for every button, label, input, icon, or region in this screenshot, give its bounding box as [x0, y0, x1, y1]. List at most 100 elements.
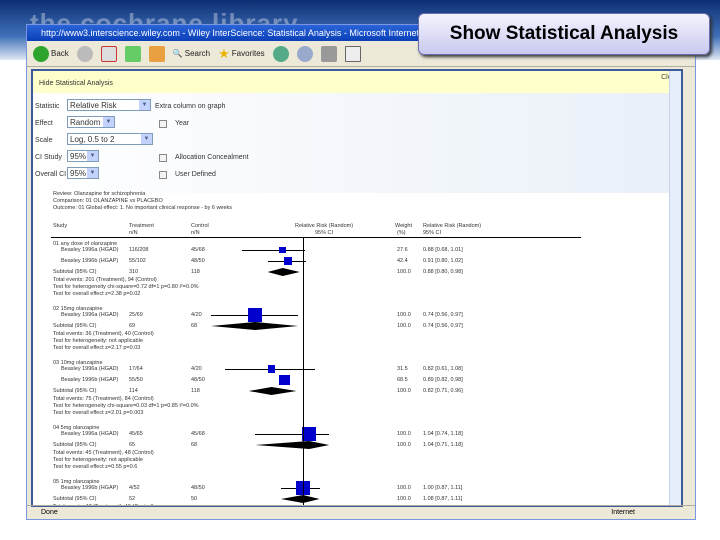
control-count: 48/50: [191, 258, 205, 264]
forest-plot: Review: Olanzapine for schizophrenia Com…: [33, 189, 673, 505]
study-name: Beasley 1996a (HGAD): [61, 247, 119, 253]
back-button[interactable]: Back: [33, 45, 69, 62]
history-button[interactable]: [272, 45, 289, 62]
callout-label: Show Statistical Analysis: [418, 13, 710, 55]
print-button[interactable]: [320, 45, 337, 62]
col-treatment-sub: n/N: [129, 230, 138, 236]
vertical-scrollbar[interactable]: [669, 71, 681, 505]
col-study: Study: [53, 223, 68, 229]
home-button[interactable]: [148, 45, 165, 62]
ci-study-select[interactable]: 95% ▼: [67, 150, 99, 162]
subtotal-info: Test for heterogeneity: not applicable: [53, 338, 143, 344]
study-weight: 27.6: [397, 247, 408, 253]
chevron-down-icon: ▼: [103, 117, 114, 127]
stop-button[interactable]: [100, 45, 117, 62]
effect-square: [267, 365, 276, 373]
subtotal-diamond: [248, 387, 297, 395]
page-content: Hide Statistical AnalysisClose Statistic…: [31, 69, 683, 507]
chevron-down-icon: ▼: [87, 168, 98, 178]
col-treatment: Treatment: [129, 223, 154, 229]
study-weight: 42.4: [397, 258, 408, 264]
effect-select[interactable]: Random ▼: [67, 116, 115, 128]
control-count: 45/68: [191, 431, 205, 437]
forward-button[interactable]: [76, 45, 93, 62]
control-count: 45/68: [191, 247, 205, 253]
favorites-button[interactable]: ★ Favorites: [218, 46, 265, 62]
subtotal-diamond: [210, 322, 299, 330]
subtotal-info: Test for overall effect z=2.38 p=0.02: [53, 291, 141, 297]
ci-line: [255, 434, 330, 435]
subtotal-info: Test for overall effect z=0.55 p=0.6: [53, 464, 138, 470]
search-icon: 🔍: [172, 49, 183, 58]
hide-analysis-link[interactable]: Hide Statistical Analysis: [39, 80, 113, 87]
study-weight: 31.5: [397, 366, 408, 372]
user-defined-label: User Defined: [175, 171, 216, 178]
effect-square: [283, 256, 293, 266]
browser-window: http://www3.interscience.wiley.com - Wil…: [26, 24, 696, 520]
study-name: Beasley 1996b (HGAP): [61, 258, 119, 264]
control-count: 4/20: [191, 312, 202, 318]
study-weight: 100.0: [397, 431, 411, 437]
effect-label: Effect: [35, 120, 53, 127]
col-control-sub: n/N: [191, 230, 200, 236]
subtotal-info: Total events: 75 (Treatment), 84 (Contro…: [53, 396, 154, 402]
search-button[interactable]: 🔍 Search: [173, 49, 210, 58]
refresh-button[interactable]: [124, 45, 141, 62]
col-rr: Relative Risk (Random): [423, 223, 482, 229]
col-plot-sub: 95% CI: [315, 230, 334, 236]
allocation-label: Allocation Concealment: [175, 154, 249, 161]
year-checkbox[interactable]: [159, 120, 167, 128]
subtotal-info: Test for overall effect z=2.17 p=0.03: [53, 345, 141, 351]
study-name: Beasley 1996b (HGAP): [61, 377, 119, 383]
year-label: Year: [175, 120, 190, 127]
col-rr-sub: 95% CI: [423, 230, 442, 236]
subtotal-info: Test for overall effect z=2.01 p=0.003: [53, 410, 144, 416]
header-divider: [51, 237, 581, 238]
col-weight-sub: (%): [397, 230, 406, 236]
subtotal-info: Total events: 45 (Treatment), 48 (Contro…: [53, 450, 154, 456]
allocation-checkbox[interactable]: [159, 154, 167, 162]
outcome-title: Outcome: 01 Global effect: 1. No importa…: [53, 205, 233, 211]
scale-select[interactable]: Log, 0.5 to 2 ▼: [67, 133, 153, 145]
statistic-select[interactable]: Relative Risk ▼: [67, 99, 151, 111]
effect-square: [302, 427, 317, 441]
mail-button[interactable]: [296, 45, 313, 62]
analysis-options: Statistic Relative Risk ▼ Extra column on…: [33, 93, 681, 193]
col-weight: Weight: [395, 223, 413, 229]
study-rr: 0.91 [0.80, 1.02]: [423, 258, 463, 264]
study-weight: 68.5: [397, 377, 408, 383]
star-icon: ★: [218, 45, 230, 61]
subtotal-diamond: [267, 268, 300, 276]
status-text: Done: [41, 509, 58, 516]
status-bar: Done Internet: [27, 505, 695, 519]
study-weight: 100.0: [397, 485, 411, 491]
study-rr: 0.74 [0.56, 0.97]: [423, 312, 463, 318]
col-plot: Relative Risk (Random): [295, 223, 354, 229]
control-count: 48/50: [191, 485, 205, 491]
subtotal-diamond: [255, 441, 330, 449]
treatment-count: 17/64: [129, 366, 143, 372]
edit-button[interactable]: [344, 45, 361, 62]
user-defined-checkbox[interactable]: [159, 171, 167, 179]
control-count: 48/50: [191, 377, 205, 383]
subtotal-info: Total events: 201 (Treatment), 94 (Contr…: [53, 277, 157, 283]
subtotal-info: Test for heterogeneity: not applicable: [53, 457, 143, 463]
review-title: Review: Olanzapine for schizophrenia: [53, 191, 146, 197]
study-name: Beasley 1996b (HGAP): [61, 485, 119, 491]
zone-text: Internet: [611, 509, 635, 516]
treatment-count: 116/208: [129, 247, 149, 253]
effect-square: [279, 374, 290, 386]
subtotal-diamond: [280, 495, 320, 503]
ci-overall-select[interactable]: 95% ▼: [67, 167, 99, 179]
subtotal-info: Test for heterogeneity chi-square=0.72 d…: [53, 284, 199, 290]
extra-column-label: Extra column on graph: [155, 103, 226, 110]
study-rr: 1.04 [0.74, 1.18]: [423, 431, 463, 437]
study-name: Beasley 1996a (HGAD): [61, 312, 119, 318]
null-line: [303, 237, 304, 505]
study-rr: 0.82 [0.61, 1.08]: [423, 366, 463, 372]
chevron-down-icon: ▼: [139, 100, 150, 110]
effect-square: [279, 246, 287, 254]
treatment-count: 25/69: [129, 312, 143, 318]
ci-overall-label: Overall CI: [35, 171, 67, 178]
col-control: Control: [191, 223, 209, 229]
